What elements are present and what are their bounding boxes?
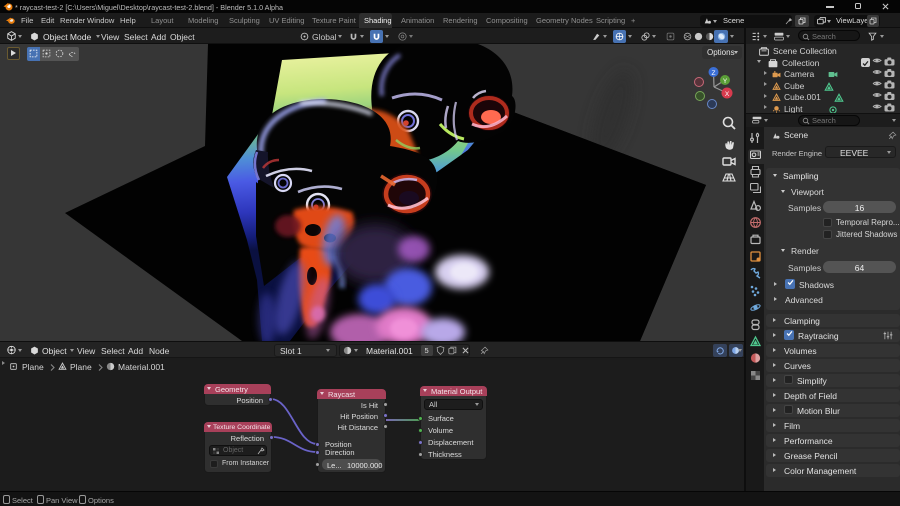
svg-text:Y: Y (723, 78, 728, 85)
svg-text:X: X (725, 91, 730, 98)
svg-text:Z: Z (712, 70, 716, 77)
